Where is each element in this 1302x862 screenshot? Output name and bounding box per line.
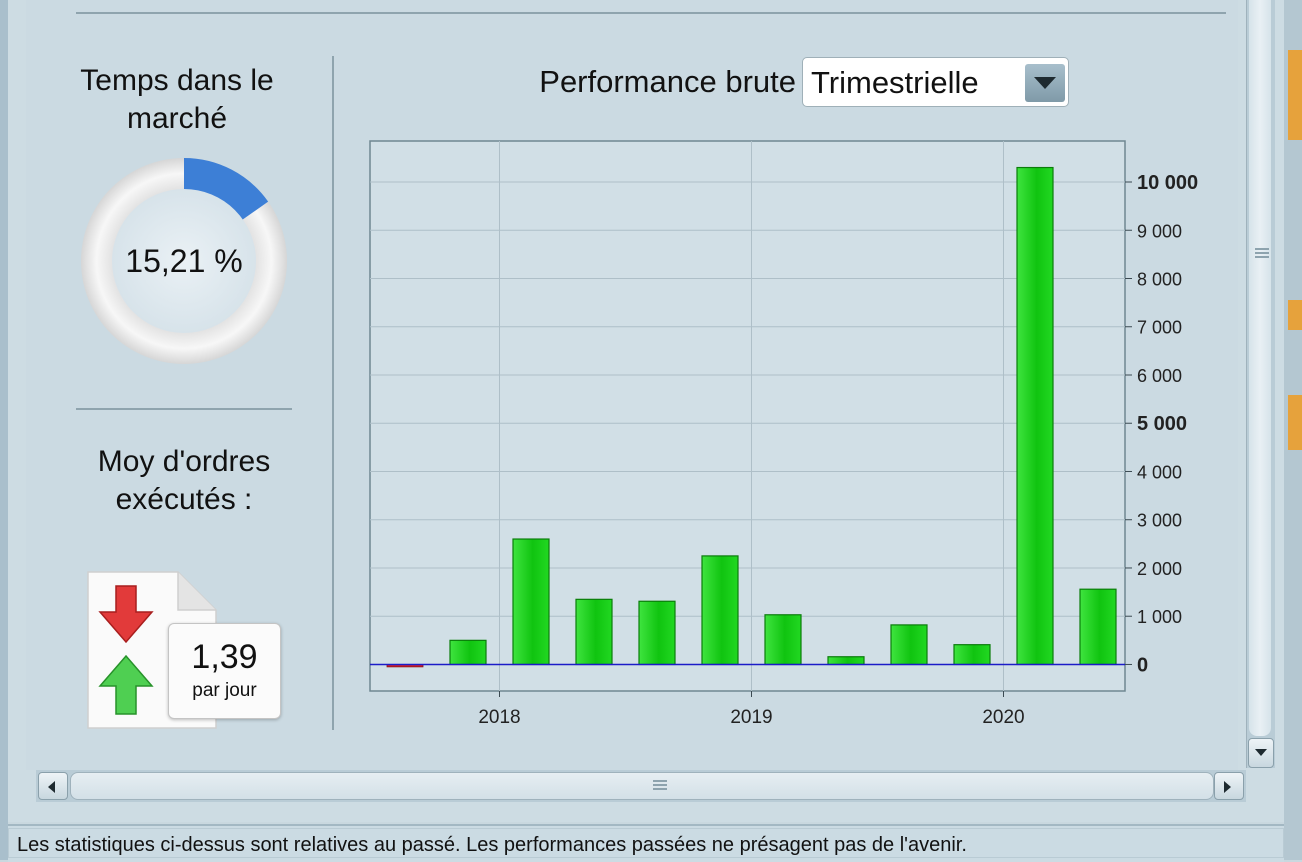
y-tick-label: 6 000 [1137, 366, 1182, 386]
performance-chart: 0 1 000 2 000 3 000 4 000 5 000 6 000 7 000 8 00… [369, 140, 1198, 728]
y-tick-label: 10 000 [1137, 172, 1198, 194]
grip-icon [1255, 248, 1269, 260]
status-bar-inner: Les statistiques ci-dessus sont relative… [8, 828, 1284, 858]
horizontal-scroll-thumb[interactable] [70, 772, 1214, 800]
arrow-down-icon [1255, 749, 1267, 756]
status-bar: Les statistiques ci-dessus sont relative… [8, 824, 1284, 862]
edge-fragment [1288, 300, 1302, 330]
bar [512, 538, 550, 666]
bar [1016, 166, 1054, 666]
y-tick-label: 1 000 [1137, 607, 1182, 627]
y-tick-label: 4 000 [1137, 462, 1182, 482]
right-window-edge [1284, 0, 1302, 860]
y-tick-label: 3 000 [1137, 511, 1182, 531]
statistics-window: Temps dans le marché 15,21 % Moy d'ordre… [8, 0, 1284, 822]
y-tick-label: 5 000 [1137, 413, 1187, 435]
bar [449, 639, 487, 666]
plot-area [369, 140, 1126, 692]
bar [953, 644, 991, 666]
edge-fragment [1288, 395, 1302, 450]
x-tick-label: 2020 [982, 707, 1024, 728]
y-tick-label: 7 000 [1137, 318, 1182, 338]
status-disclaimer: Les statistiques ci-dessus sont relative… [17, 834, 967, 856]
scroll-left-button[interactable] [38, 772, 68, 800]
bar [701, 555, 739, 666]
y-tick-label: 0 [1137, 654, 1148, 676]
vertical-scroll-thumb[interactable] [1249, 0, 1271, 736]
bar [1079, 588, 1117, 666]
x-tick-labels: 2018 2019 2020 [478, 707, 1024, 728]
bar [638, 600, 676, 666]
bar [764, 614, 802, 666]
y-tick-label: 2 000 [1137, 559, 1182, 579]
y-tick-label: 9 000 [1137, 221, 1182, 241]
bar [890, 624, 928, 666]
grip-icon [653, 780, 667, 792]
horizontal-scrollbar[interactable] [36, 770, 1246, 802]
arrow-right-icon [1224, 781, 1231, 793]
y-tick-labels: 0 1 000 2 000 3 000 4 000 5 000 6 000 7 000 8 00… [1137, 172, 1198, 676]
scroll-right-button[interactable] [1214, 772, 1244, 800]
bar [575, 598, 613, 666]
scroll-down-button[interactable] [1248, 738, 1274, 768]
vertical-scrollbar[interactable] [1246, 0, 1275, 768]
left-window-edge [0, 0, 8, 860]
x-tick-label: 2019 [730, 707, 772, 728]
y-tick-label: 8 000 [1137, 270, 1182, 290]
bar [827, 656, 865, 666]
x-tick-label: 2018 [478, 707, 520, 728]
arrow-left-icon [48, 781, 55, 793]
edge-fragment [1288, 50, 1302, 140]
